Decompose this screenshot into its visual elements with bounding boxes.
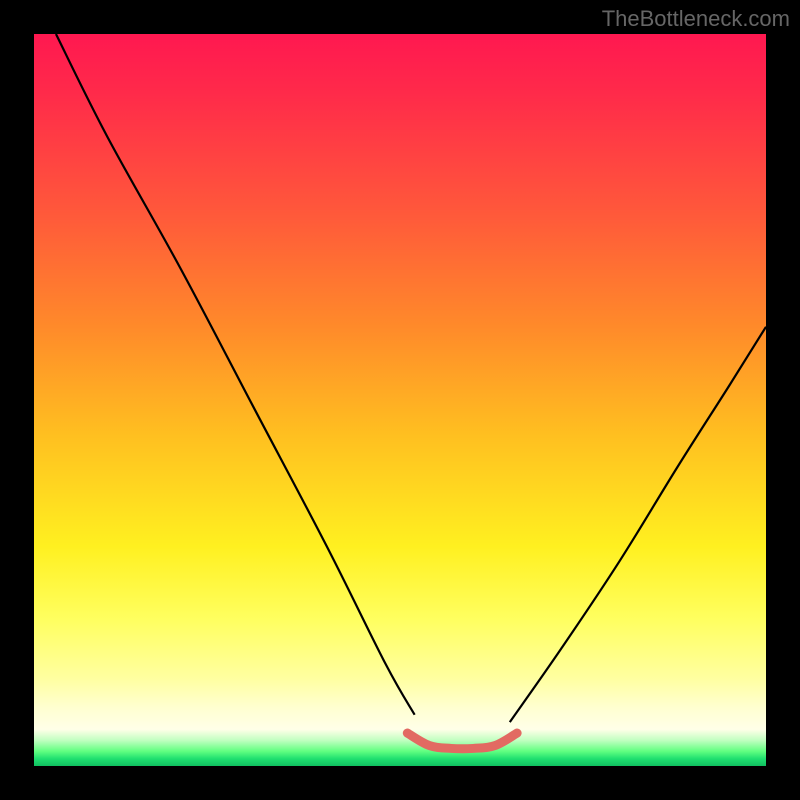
curve-right-ascent [510,327,766,722]
chart-plot-area [34,34,766,766]
chart-curves-svg [34,34,766,766]
watermark-text: TheBottleneck.com [602,6,790,32]
curve-left-descent [56,34,415,715]
curve-flat-min [407,733,517,749]
